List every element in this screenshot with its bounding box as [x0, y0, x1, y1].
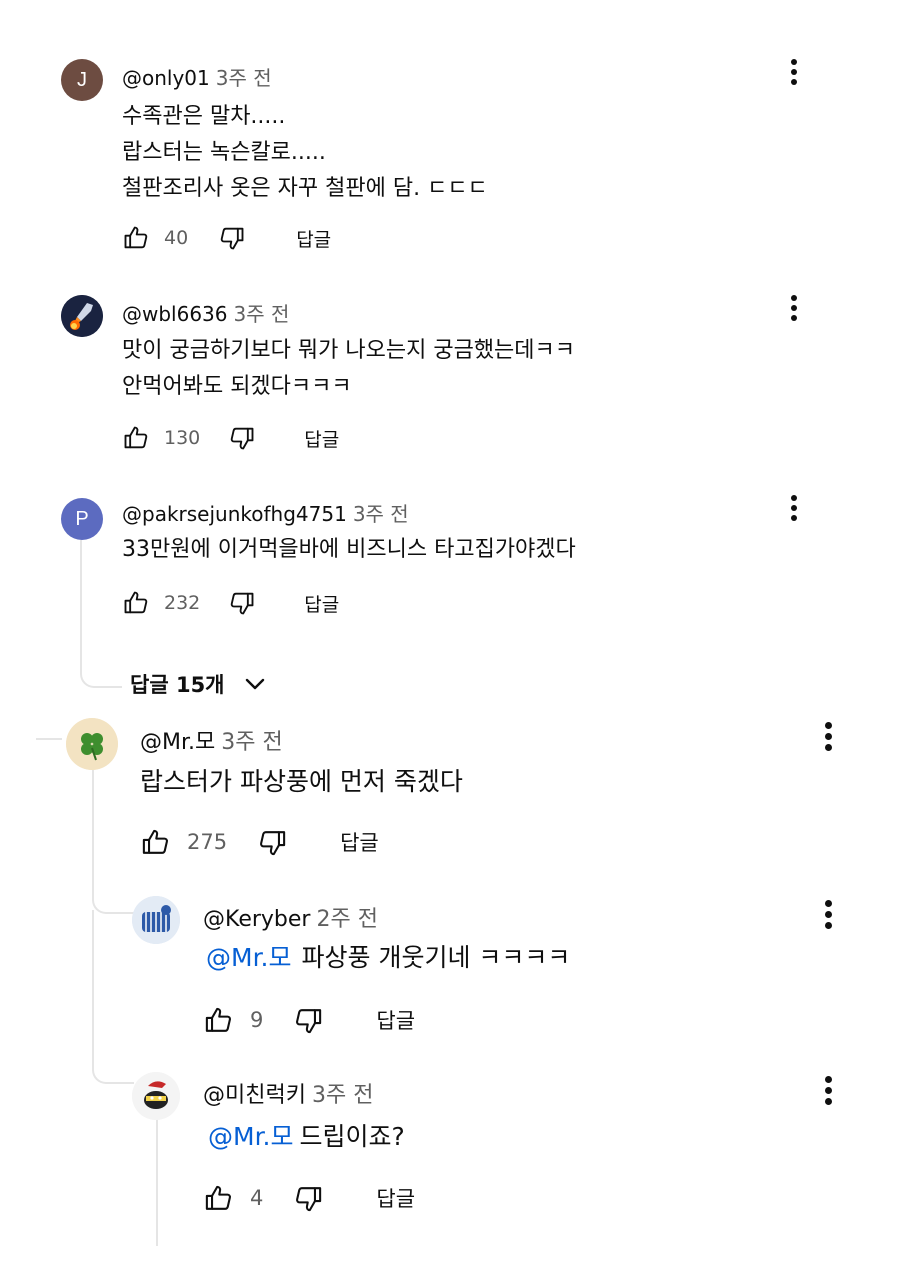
thumbs-down-icon[interactable] — [218, 224, 246, 252]
thumbs-down-icon[interactable] — [293, 1183, 324, 1214]
thumbs-up-icon[interactable] — [122, 224, 150, 252]
reply-button[interactable]: 답글 — [296, 225, 331, 252]
cat-avatar-icon — [132, 896, 180, 944]
like-count: 130 — [164, 427, 201, 449]
thumbs-up-icon[interactable] — [122, 589, 150, 617]
avatar[interactable]: P — [61, 498, 103, 540]
avatar-letter: P — [75, 507, 89, 530]
timestamp[interactable]: 3주 전 — [312, 1083, 373, 1108]
timestamp[interactable]: 3주 전 — [234, 302, 290, 326]
comment-header: @wbl6636 3주 전 — [122, 298, 289, 327]
thread-line — [36, 738, 62, 740]
more-options-icon[interactable] — [818, 714, 838, 758]
author-name[interactable]: @wbl6636 — [122, 302, 228, 326]
more-options-icon[interactable] — [784, 488, 804, 528]
comment-actions: 275 답글 — [140, 824, 379, 860]
comment-line: 드립이죠? — [299, 1122, 405, 1151]
thumbs-down-icon[interactable] — [228, 424, 256, 452]
comment-header: @only01 3주 전 — [122, 62, 272, 91]
comment-header: @Keryber 2주 전 — [203, 901, 378, 933]
avatar[interactable] — [132, 896, 180, 944]
comment-actions: 9 답글 — [203, 1002, 415, 1038]
like-count: 4 — [250, 1186, 264, 1210]
more-options-icon[interactable] — [784, 288, 804, 328]
thumbs-up-icon[interactable] — [122, 424, 150, 452]
more-options-icon[interactable] — [784, 52, 804, 92]
comment-text: @Mr.모 파상풍 개웃기네 ㅋㅋㅋㅋ — [206, 939, 570, 977]
thumbs-down-icon[interactable] — [293, 1005, 324, 1036]
thumbs-up-icon[interactable] — [203, 1183, 234, 1214]
mention-link[interactable]: @Mr.모 — [208, 1122, 294, 1151]
timestamp[interactable]: 2주 전 — [316, 907, 377, 932]
thumbs-down-icon[interactable] — [257, 827, 288, 858]
comment-header: @미친럭키 3주 전 — [203, 1077, 373, 1109]
avatar-letter: J — [77, 68, 87, 91]
author-name[interactable]: @pakrsejunkofhg4751 — [122, 502, 347, 526]
comment-actions: 130 답글 — [122, 422, 339, 454]
comment-text: @Mr.모 드립이죠? — [208, 1118, 405, 1156]
thumbs-up-icon[interactable] — [203, 1005, 234, 1036]
like-count: 275 — [187, 830, 228, 854]
thread-line — [92, 910, 134, 1084]
clover-avatar-icon — [66, 718, 118, 770]
comment-text: 맛이 궁금하기보다 뭐가 나오는지 궁금했는데ㅋㅋ 안먹어봐도 되겠다ㅋㅋㅋ — [122, 333, 575, 405]
thread-line — [80, 540, 122, 688]
comment-line: 맛이 궁금하기보다 뭐가 나오는지 궁금했는데ㅋㅋ — [122, 338, 576, 363]
timestamp[interactable]: 3주 전 — [221, 730, 282, 755]
comment-line: 철판조리사 옷은 자꾸 철판에 담. ㄷㄷㄷ — [122, 176, 488, 201]
more-options-icon[interactable] — [818, 1068, 838, 1112]
author-name[interactable]: @Mr.모 — [140, 730, 215, 755]
replies-toggle-button[interactable]: 답글 15개 — [130, 668, 267, 700]
comment-line: 파상풍 개웃기네 ㅋㅋㅋㅋ — [301, 943, 571, 972]
comment-line: 랍스터가 파상풍에 먼저 죽겠다 — [140, 767, 463, 796]
rocket-avatar-icon — [61, 295, 103, 337]
comment-line: 랍스터는 녹슨칼로..... — [122, 140, 326, 165]
comment-text: 랍스터가 파상풍에 먼저 죽겠다 — [140, 763, 463, 801]
author-name[interactable]: @Keryber — [203, 907, 310, 932]
comment-text: 수족관은 말차..... 랍스터는 녹슨칼로..... 철판조리사 옷은 자꾸 … — [122, 99, 488, 207]
thumbs-down-icon[interactable] — [228, 589, 256, 617]
like-count: 40 — [164, 227, 189, 249]
replies-toggle-label: 답글 15개 — [130, 673, 225, 697]
avatar[interactable] — [61, 295, 103, 337]
mention-link[interactable]: @Mr.모 — [206, 943, 292, 972]
reply-button[interactable]: 답글 — [304, 425, 339, 452]
reply-button[interactable]: 답글 — [340, 827, 379, 857]
bird-avatar-icon — [132, 1072, 180, 1120]
author-name[interactable]: @미친럭키 — [203, 1083, 306, 1108]
avatar[interactable] — [66, 718, 118, 770]
timestamp[interactable]: 3주 전 — [216, 66, 272, 90]
comment-line: 수족관은 말차..... — [122, 104, 286, 129]
avatar[interactable]: J — [61, 59, 103, 101]
thread-line — [92, 770, 134, 914]
more-options-icon[interactable] — [818, 892, 838, 936]
comment-line: 33만원에 이거먹을바에 비즈니스 타고집가야겠다 — [122, 537, 576, 562]
thumbs-up-icon[interactable] — [140, 827, 171, 858]
comment-text: 33만원에 이거먹을바에 비즈니스 타고집가야겠다 — [122, 532, 576, 568]
avatar[interactable] — [132, 1072, 180, 1120]
like-count: 232 — [164, 592, 201, 614]
chevron-down-icon — [243, 672, 267, 696]
thread-line — [156, 1116, 158, 1246]
comment-line: 안먹어봐도 되겠다ㅋㅋㅋ — [122, 374, 352, 399]
reply-button[interactable]: 답글 — [376, 1183, 415, 1213]
reply-button[interactable]: 답글 — [376, 1005, 415, 1035]
timestamp[interactable]: 3주 전 — [353, 502, 409, 526]
comment-header: @pakrsejunkofhg4751 3주 전 — [122, 498, 409, 527]
comment-actions: 4 답글 — [203, 1180, 415, 1216]
author-name[interactable]: @only01 — [122, 66, 210, 90]
reply-button[interactable]: 답글 — [304, 590, 339, 617]
comment-actions: 232 답글 — [122, 587, 339, 619]
comment-actions: 40 답글 — [122, 222, 331, 254]
like-count: 9 — [250, 1008, 264, 1032]
comment-header: @Mr.모 3주 전 — [140, 724, 283, 756]
